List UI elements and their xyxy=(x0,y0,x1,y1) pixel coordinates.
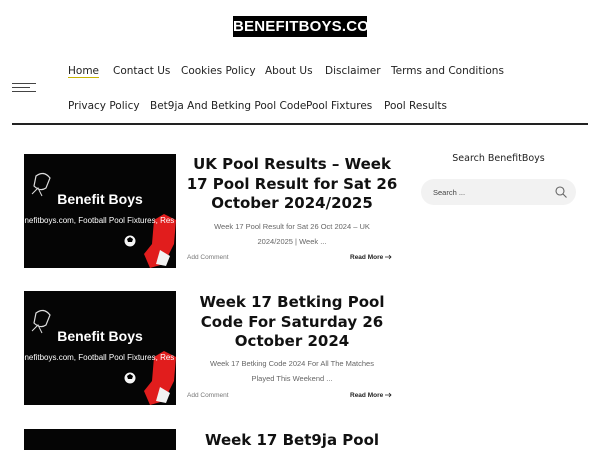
post-thumbnail[interactable]: Benefit Boys enefitboys.com, Football Po… xyxy=(24,154,176,268)
post-thumbnail[interactable]: Benefit Boys enefitboys.com, Football Po… xyxy=(24,291,176,405)
nav-item-about-us[interactable]: About Us xyxy=(265,64,313,78)
hamburger-icon[interactable] xyxy=(12,83,36,93)
read-more-link[interactable]: Read More xyxy=(350,392,393,399)
arrow-right-icon xyxy=(385,254,392,260)
site-logo[interactable]: BENEFITBOYS.COM xyxy=(233,16,382,37)
arrow-right-icon xyxy=(385,392,392,398)
nav-item-home[interactable]: Home xyxy=(68,64,99,78)
post-excerpt: Week 17 Pool Result for Sat 26 Oct 2024 … xyxy=(214,222,370,246)
nav-item-privacy-policy[interactable]: Privacy Policy xyxy=(68,99,140,113)
nav-item-contact-us[interactable]: Contact Us xyxy=(113,64,170,78)
thumbnail-title: Benefit Boys xyxy=(57,191,143,207)
soccer-player-illustration xyxy=(31,309,176,405)
thumbnail-caption: enefitboys.com, Football Pool Fixtures, … xyxy=(24,353,175,362)
search-box[interactable] xyxy=(421,179,576,205)
post-title[interactable]: Week 17 Bet9ja Pool Code xyxy=(186,431,398,450)
header-divider xyxy=(12,123,588,125)
search-input[interactable] xyxy=(433,186,543,198)
nav-item-pool-code[interactable]: Bet9ja And Betking Pool Code xyxy=(150,99,306,113)
read-more-label: Read More xyxy=(350,392,384,399)
thumbnail-title: Benefit Boys xyxy=(57,328,143,344)
sidebar-search-title: Search BenefitBoys xyxy=(452,153,545,164)
nav-item-disclaimer[interactable]: Disclaimer xyxy=(325,64,381,78)
read-more-label: Read More xyxy=(350,254,384,261)
nav-item-terms[interactable]: Terms and Conditions xyxy=(391,64,504,78)
read-more-link[interactable]: Read More xyxy=(350,254,393,261)
post-thumbnail[interactable] xyxy=(24,429,176,450)
nav-item-pool-fixtures[interactable]: Pool Fixtures xyxy=(306,99,372,113)
soccer-player-illustration xyxy=(31,172,176,268)
search-icon[interactable] xyxy=(554,185,568,199)
add-comment-link[interactable]: Add Comment xyxy=(187,392,229,399)
post-excerpt: Week 17 Betking Code 2024 For All The Ma… xyxy=(210,359,374,383)
post-title[interactable]: UK Pool Results – Week 17 Pool Result fo… xyxy=(186,155,398,214)
thumbnail-caption: enefitboys.com, Football Pool Fixtures, … xyxy=(24,216,175,225)
nav-item-pool-results[interactable]: Pool Results xyxy=(384,99,447,113)
post-title[interactable]: Week 17 Betking Pool Code For Saturday 2… xyxy=(186,293,398,352)
add-comment-link[interactable]: Add Comment xyxy=(187,254,229,261)
nav-item-cookies-policy[interactable]: Cookies Policy xyxy=(181,64,256,78)
